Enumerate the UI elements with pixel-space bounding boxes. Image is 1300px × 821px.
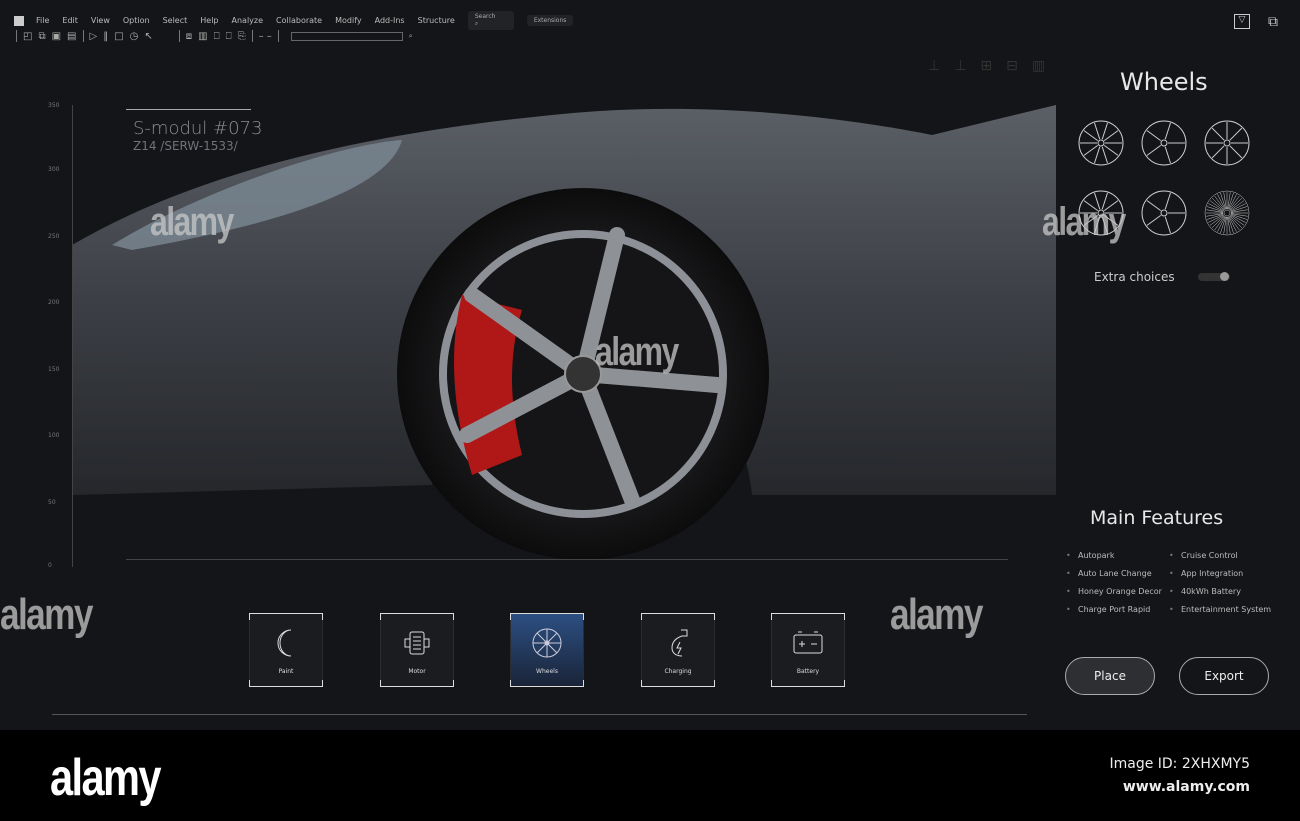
ruler-tick: 0 <box>48 562 52 569</box>
save-icon[interactable]: ▣ <box>52 31 61 42</box>
wheel-icon <box>532 628 562 657</box>
alamy-url: www.alamy.com <box>1122 779 1250 795</box>
copy-icon[interactable]: ⧉ <box>38 31 45 42</box>
extra-choices-label: Extra choices <box>1094 270 1175 284</box>
ruler-tick: 200 <box>48 299 60 306</box>
feature-item: Honey Orange Decor <box>1066 583 1162 601</box>
ruler-tick: 300 <box>48 166 60 173</box>
category-battery[interactable]: Battery <box>771 613 845 687</box>
watermark: alamy <box>0 590 93 639</box>
stop-icon[interactable]: □ <box>114 31 123 42</box>
filter-icon[interactable]: ▽ <box>1234 14 1250 29</box>
layers-icon[interactable]: ⧈ <box>186 31 192 42</box>
doc2-icon[interactable]: ⎕ <box>226 31 232 42</box>
viewport-tools: ⊥⊥⊞⊟▥ <box>928 58 1060 74</box>
feature-item: 40kWh Battery <box>1169 583 1271 601</box>
features-list-right: Cruise Control App Integration 40kWh Bat… <box>1169 547 1271 619</box>
wheel-option-5[interactable] <box>1141 190 1187 236</box>
wheel-option-6[interactable] <box>1204 190 1250 236</box>
feature-item: App Integration <box>1169 565 1271 583</box>
ruler-axis <box>72 105 73 567</box>
windows-icon[interactable]: ⧉ <box>1268 14 1288 30</box>
divider <box>52 714 1027 715</box>
main-features-title: Main Features <box>1090 507 1224 529</box>
new-icon[interactable]: ◰ <box>23 31 32 42</box>
menu-modify[interactable]: Modify <box>335 16 362 25</box>
motor-icon <box>404 631 430 654</box>
place-button[interactable]: Place <box>1065 657 1155 695</box>
menu-file[interactable]: File <box>36 16 49 25</box>
paint-icon <box>277 629 292 656</box>
menu-help[interactable]: Help <box>200 16 218 25</box>
category-motor[interactable]: Motor <box>380 613 454 687</box>
category-label: Motor <box>408 667 426 675</box>
model-code: Z14 /SERW-1533/ <box>133 139 238 153</box>
menu-structure[interactable]: Structure <box>418 16 455 25</box>
battery-icon <box>793 631 823 653</box>
category-label: Battery <box>796 667 820 675</box>
category-label: Charging <box>664 667 692 675</box>
feature-item: Entertainment System <box>1169 601 1271 619</box>
category-paint[interactable]: Paint <box>249 613 323 687</box>
wheels-title: Wheels <box>1120 68 1208 96</box>
ruler-tick: 350 <box>48 102 60 109</box>
dash-icon[interactable]: – – <box>259 31 272 42</box>
watermark: alamy <box>890 590 983 639</box>
doc-icon[interactable]: ⎕ <box>214 31 220 42</box>
stack-icon[interactable]: ▥ <box>198 31 207 42</box>
car-render <box>72 105 1056 560</box>
frame-bottom-line <box>126 559 1008 560</box>
ruler-tick: 100 <box>48 432 60 439</box>
charging-icon <box>671 629 688 656</box>
category-wheels[interactable]: Wheels <box>510 613 584 687</box>
watermark: alamy <box>150 200 234 244</box>
feature-item: Autopark <box>1066 547 1162 565</box>
menu-add-ins[interactable]: Add-Ins <box>375 16 405 25</box>
play-icon[interactable]: ▷ <box>90 31 98 42</box>
chart-icon[interactable]: ▤ <box>67 31 76 42</box>
image-id: Image ID: 2XHXMY5 <box>1109 756 1250 772</box>
footer-bar: alamy Image ID: 2XHXMY5 www.alamy.com <box>0 730 1300 821</box>
feature-item: Charge Port Rapid <box>1066 601 1162 619</box>
wheel-option-2[interactable] <box>1141 120 1187 166</box>
cursor-icon[interactable]: ↖ <box>144 31 152 42</box>
frame-top-line <box>126 109 251 110</box>
extensions-button[interactable]: Extensions <box>526 15 574 26</box>
ruler-tick: 50 <box>48 499 56 506</box>
app-icon[interactable] <box>14 15 24 26</box>
search-icon[interactable]: ⌕ <box>409 32 413 41</box>
export-button[interactable]: Export <box>1179 657 1269 695</box>
ruler-tick: 250 <box>48 233 60 240</box>
alamy-logo: alamy <box>50 749 162 807</box>
wheel-option-3[interactable] <box>1204 120 1250 166</box>
watermark: alamy <box>1042 200 1126 244</box>
search-input[interactable]: Search ⌕ <box>467 11 514 30</box>
clipboard-icon[interactable]: ⎘ <box>238 31 246 42</box>
menu-select[interactable]: Select <box>163 16 188 25</box>
features-list-left: Autopark Auto Lane Change Honey Orange D… <box>1066 547 1162 619</box>
ruler-tick: 150 <box>48 366 60 373</box>
watermark: alamy <box>595 330 679 374</box>
model-title: S-modul #073 <box>133 118 263 139</box>
extra-choices-toggle[interactable] <box>1198 272 1230 281</box>
menu-analyze[interactable]: Analyze <box>232 16 264 25</box>
menu-edit[interactable]: Edit <box>62 16 78 25</box>
menu-collaborate[interactable]: Collaborate <box>276 16 322 25</box>
category-label: Paint <box>278 667 294 675</box>
menu-option[interactable]: Option <box>123 16 150 25</box>
pause-icon[interactable]: ‖ <box>103 31 108 42</box>
menu-bar: File Edit View Option Select Help Analyz… <box>14 11 586 30</box>
toolbar-input[interactable] <box>290 31 403 41</box>
category-label: Wheels <box>536 667 558 675</box>
timer-icon[interactable]: ◷ <box>130 31 139 42</box>
feature-item: Auto Lane Change <box>1066 565 1162 583</box>
menu-view[interactable]: View <box>91 16 110 25</box>
feature-item: Cruise Control <box>1169 547 1271 565</box>
category-charging[interactable]: Charging <box>641 613 715 687</box>
toolbar: ◰ ⧉ ▣ ▤ ▷ ‖ □ ◷ ↖ ⧈ ▥ ⎕ ⎕ ⎘ – – ⌕ <box>16 30 413 42</box>
wheel-option-1[interactable] <box>1078 120 1124 166</box>
